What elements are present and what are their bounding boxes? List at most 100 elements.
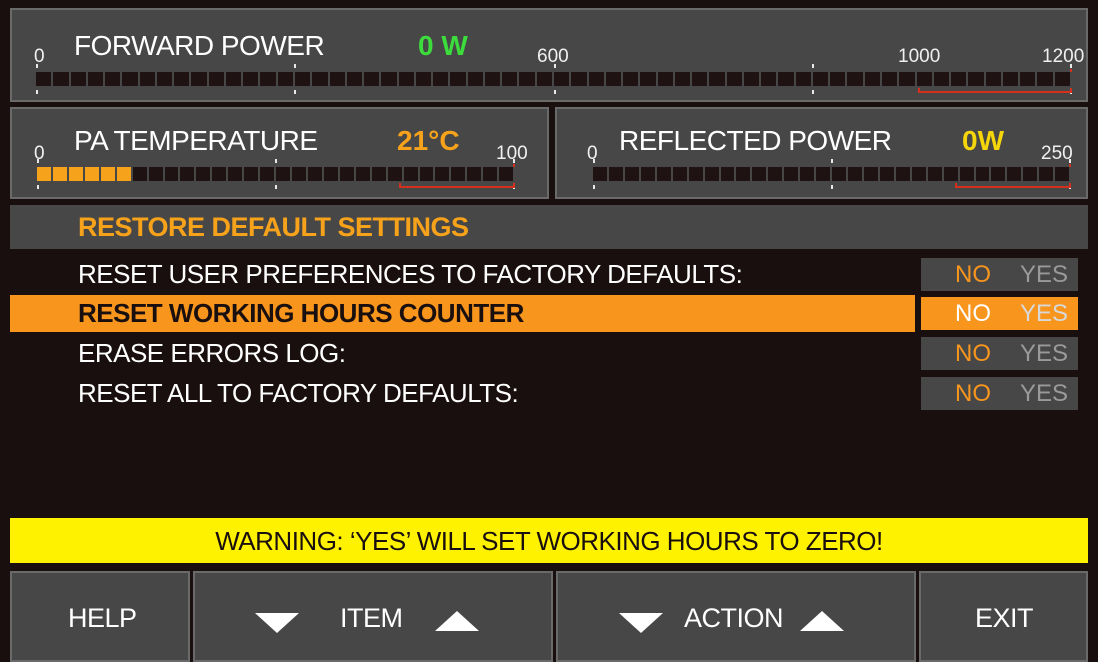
- meter-segment: [435, 167, 450, 181]
- menu-row-erase-errors-log[interactable]: ERASE ERRORS LOG: NO YES: [10, 335, 1088, 372]
- meter-segment: [768, 167, 783, 181]
- help-button[interactable]: HELP: [10, 571, 190, 662]
- chevron-down-icon[interactable]: [255, 613, 299, 633]
- reflected-redzone: [955, 183, 1071, 188]
- meter-segment: [381, 72, 397, 86]
- meter-segment: [68, 167, 83, 181]
- meter-segment: [933, 72, 950, 86]
- meter-segment: [943, 167, 958, 181]
- yes-no-toggle[interactable]: NO YES: [921, 258, 1078, 291]
- meter-segment: [795, 72, 811, 86]
- meter-segment: [277, 72, 293, 86]
- item-button[interactable]: ITEM: [193, 571, 553, 662]
- menu-row-reset-user-preferences[interactable]: RESET USER PREFERENCES TO FACTORY DEFAUL…: [10, 256, 1088, 293]
- meter-segment: [985, 72, 1001, 86]
- meter-segment: [225, 72, 242, 86]
- meter-segment: [122, 72, 138, 86]
- meter-segment: [879, 167, 894, 181]
- warning-text: WARNING: ‘YES’ WILL SET WORKING HOURS TO…: [215, 526, 883, 556]
- menu-row-label: ERASE ERRORS LOG:: [78, 338, 346, 368]
- meter-segment: [761, 72, 777, 86]
- menu-row-label: RESET ALL TO FACTORY DEFAULTS:: [78, 378, 519, 408]
- meter-segment: [959, 167, 974, 181]
- meter-segment: [228, 167, 243, 181]
- meter-segment: [191, 72, 207, 86]
- meter-segment: [307, 167, 322, 181]
- meter-segment: [784, 167, 799, 181]
- meter-segment: [84, 167, 99, 181]
- chevron-up-icon[interactable]: [435, 611, 479, 631]
- reflected-power-bar: [593, 159, 1071, 189]
- toggle-option-yes[interactable]: YES: [1020, 261, 1068, 289]
- action-button[interactable]: ACTION: [556, 571, 916, 662]
- meter-segment: [640, 72, 656, 86]
- meter-segment: [208, 72, 224, 86]
- forward-power-title: FORWARD POWER: [74, 30, 325, 61]
- toggle-option-no[interactable]: NO: [955, 340, 991, 368]
- meter-segment: [736, 167, 751, 181]
- meter-segment: [244, 167, 259, 181]
- item-label: ITEM: [340, 603, 403, 633]
- meter-segment: [593, 167, 607, 181]
- meter-segment: [968, 72, 984, 86]
- toggle-option-no[interactable]: NO: [955, 261, 991, 289]
- meter-segment: [704, 167, 719, 181]
- forward-power-meter: 0 FORWARD POWER 0 W 600 1000 1200: [10, 8, 1088, 102]
- chevron-down-icon[interactable]: [619, 613, 663, 633]
- toggle-option-yes[interactable]: YES: [1020, 300, 1068, 328]
- section-header: RESTORE DEFAULT SETTINGS: [10, 205, 1088, 249]
- meter-segment: [709, 72, 725, 86]
- yes-no-toggle[interactable]: NO YES: [921, 337, 1078, 370]
- menu-row-reset-all[interactable]: RESET ALL TO FACTORY DEFAULTS: NO YES: [10, 375, 1088, 412]
- meter-segment: [812, 72, 829, 86]
- yes-no-toggle[interactable]: NO YES: [921, 377, 1078, 410]
- meter-segment: [657, 72, 673, 86]
- meter-segment: [105, 72, 121, 86]
- meter-segment: [571, 72, 587, 86]
- pa-temperature-value: 21°C: [397, 125, 460, 156]
- meter-segment: [800, 167, 815, 181]
- meter-segment: [116, 167, 131, 181]
- meter-segment: [450, 72, 466, 86]
- pa-temperature-title: PA TEMPERATURE: [74, 125, 318, 156]
- meter-segment: [911, 167, 926, 181]
- meter-segment: [1023, 167, 1038, 181]
- meter-segment: [536, 72, 552, 86]
- yes-no-toggle[interactable]: NO YES: [921, 297, 1078, 330]
- meter-segment: [323, 167, 338, 181]
- meter-segment: [156, 72, 173, 86]
- meter-segment: [174, 72, 190, 86]
- meter-segment: [1039, 167, 1054, 181]
- meter-segment: [991, 167, 1006, 181]
- toggle-option-yes[interactable]: YES: [1020, 340, 1068, 368]
- meter-segment: [951, 72, 967, 86]
- meter-segment: [37, 167, 51, 181]
- meter-segment: [433, 72, 449, 86]
- meter-segment: [863, 167, 878, 181]
- meter-segment: [415, 72, 432, 86]
- toggle-option-no[interactable]: NO: [955, 300, 991, 328]
- meter-segment: [726, 72, 742, 86]
- exit-button[interactable]: EXIT: [919, 571, 1088, 662]
- meter-segment: [1037, 72, 1053, 86]
- meter-segment: [656, 167, 671, 181]
- meter-segment: [848, 167, 862, 181]
- meter-segment: [164, 167, 179, 181]
- meter-segment: [588, 72, 604, 86]
- chevron-up-icon[interactable]: [800, 611, 844, 631]
- meter-segment: [196, 167, 211, 181]
- forward-scale-600: 600: [537, 46, 569, 67]
- meter-segment: [895, 167, 910, 181]
- meter-segment: [212, 167, 227, 181]
- meter-segment: [403, 167, 418, 181]
- meter-segment: [553, 72, 570, 86]
- meter-segment: [899, 72, 915, 86]
- meter-segment: [752, 167, 767, 181]
- toggle-option-yes[interactable]: YES: [1020, 380, 1068, 408]
- meter-segment: [355, 167, 370, 181]
- pa-temperature-meter: 0 PA TEMPERATURE 21°C 100: [10, 107, 549, 199]
- meter-segment: [467, 167, 482, 181]
- meter-segment: [623, 72, 639, 86]
- toggle-option-no[interactable]: NO: [955, 380, 991, 408]
- menu-row-reset-working-hours[interactable]: RESET WORKING HOURS COUNTER NO YES: [10, 295, 1088, 332]
